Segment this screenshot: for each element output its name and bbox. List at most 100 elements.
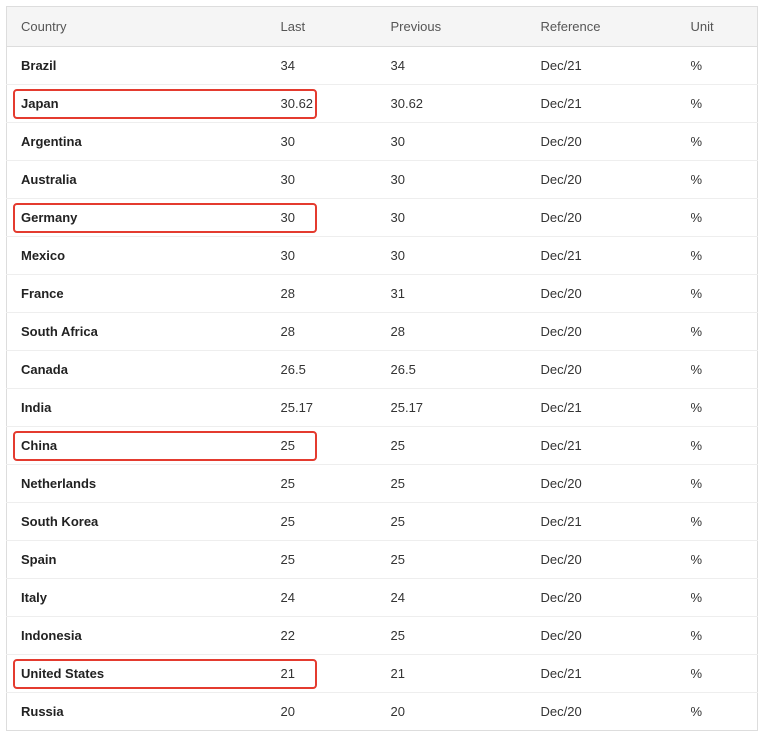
cell-unit: % — [677, 237, 758, 275]
cell-reference: Dec/20 — [527, 275, 677, 313]
table-row: Argentina3030Dec/20% — [7, 123, 758, 161]
table-row: Japan30.6230.62Dec/21% — [7, 85, 758, 123]
cell-previous: 25.17 — [377, 389, 527, 427]
cell-reference: Dec/20 — [527, 617, 677, 655]
country-link[interactable]: Australia — [21, 172, 77, 187]
cell-reference: Dec/20 — [527, 351, 677, 389]
header-reference[interactable]: Reference — [527, 7, 677, 47]
country-link[interactable]: Germany — [21, 210, 77, 225]
cell-reference: Dec/20 — [527, 541, 677, 579]
cell-unit: % — [677, 85, 758, 123]
cell-unit: % — [677, 123, 758, 161]
cell-previous: 28 — [377, 313, 527, 351]
country-link[interactable]: Italy — [21, 590, 47, 605]
cell-previous: 25 — [377, 465, 527, 503]
cell-unit: % — [677, 693, 758, 731]
cell-last: 30 — [267, 237, 377, 275]
table-row: South Africa2828Dec/20% — [7, 313, 758, 351]
table-row: Spain2525Dec/20% — [7, 541, 758, 579]
cell-reference: Dec/21 — [527, 237, 677, 275]
country-link[interactable]: India — [21, 400, 51, 415]
header-unit[interactable]: Unit — [677, 7, 758, 47]
cell-last: 28 — [267, 275, 377, 313]
cell-reference: Dec/20 — [527, 123, 677, 161]
country-link[interactable]: South Africa — [21, 324, 98, 339]
country-link[interactable]: China — [21, 438, 57, 453]
cell-last: 30 — [267, 199, 377, 237]
cell-unit: % — [677, 465, 758, 503]
cell-previous: 30.62 — [377, 85, 527, 123]
country-link[interactable]: Netherlands — [21, 476, 96, 491]
cell-last: 25 — [267, 503, 377, 541]
cell-last: 25 — [267, 465, 377, 503]
country-link[interactable]: Canada — [21, 362, 68, 377]
table-row: Netherlands2525Dec/20% — [7, 465, 758, 503]
cell-last: 30 — [267, 161, 377, 199]
cell-previous: 31 — [377, 275, 527, 313]
cell-previous: 30 — [377, 123, 527, 161]
cell-previous: 26.5 — [377, 351, 527, 389]
header-previous[interactable]: Previous — [377, 7, 527, 47]
cell-previous: 30 — [377, 199, 527, 237]
cell-previous: 24 — [377, 579, 527, 617]
cell-previous: 30 — [377, 161, 527, 199]
cell-reference: Dec/20 — [527, 579, 677, 617]
cell-previous: 21 — [377, 655, 527, 693]
cell-reference: Dec/21 — [527, 427, 677, 465]
cell-previous: 25 — [377, 541, 527, 579]
country-link[interactable]: Indonesia — [21, 628, 82, 643]
country-link[interactable]: Argentina — [21, 134, 82, 149]
table-row: Australia3030Dec/20% — [7, 161, 758, 199]
cell-last: 24 — [267, 579, 377, 617]
table-row: Canada26.526.5Dec/20% — [7, 351, 758, 389]
cell-last: 20 — [267, 693, 377, 731]
cell-previous: 25 — [377, 617, 527, 655]
cell-reference: Dec/20 — [527, 465, 677, 503]
country-data-table: Country Last Previous Reference Unit Bra… — [6, 6, 758, 731]
cell-unit: % — [677, 655, 758, 693]
table-row: Russia2020Dec/20% — [7, 693, 758, 731]
table-row: India25.1725.17Dec/21% — [7, 389, 758, 427]
cell-reference: Dec/21 — [527, 655, 677, 693]
cell-reference: Dec/21 — [527, 389, 677, 427]
country-link[interactable]: Brazil — [21, 58, 56, 73]
cell-last: 21 — [267, 655, 377, 693]
cell-reference: Dec/20 — [527, 693, 677, 731]
cell-last: 25 — [267, 541, 377, 579]
cell-previous: 25 — [377, 503, 527, 541]
cell-last: 22 — [267, 617, 377, 655]
table-row: South Korea2525Dec/21% — [7, 503, 758, 541]
header-country[interactable]: Country — [7, 7, 267, 47]
table-header-row: Country Last Previous Reference Unit — [7, 7, 758, 47]
country-link[interactable]: Russia — [21, 704, 64, 719]
country-link[interactable]: United States — [21, 666, 104, 681]
cell-reference: Dec/21 — [527, 503, 677, 541]
cell-previous: 20 — [377, 693, 527, 731]
cell-reference: Dec/21 — [527, 85, 677, 123]
cell-previous: 34 — [377, 47, 527, 85]
table-row: France 2831Dec/20% — [7, 275, 758, 313]
table-row: Italy2424Dec/20% — [7, 579, 758, 617]
cell-reference: Dec/20 — [527, 161, 677, 199]
cell-last: 25 — [267, 427, 377, 465]
cell-reference: Dec/20 — [527, 313, 677, 351]
country-link[interactable]: South Korea — [21, 514, 98, 529]
cell-unit: % — [677, 275, 758, 313]
cell-last: 25.17 — [267, 389, 377, 427]
country-link[interactable]: Mexico — [21, 248, 65, 263]
cell-unit: % — [677, 541, 758, 579]
cell-unit: % — [677, 351, 758, 389]
header-last[interactable]: Last — [267, 7, 377, 47]
cell-last: 26.5 — [267, 351, 377, 389]
cell-unit: % — [677, 313, 758, 351]
country-link[interactable]: Spain — [21, 552, 56, 567]
cell-reference: Dec/21 — [527, 47, 677, 85]
country-link[interactable]: France — [21, 286, 64, 301]
cell-last: 34 — [267, 47, 377, 85]
cell-unit: % — [677, 617, 758, 655]
country-link[interactable]: Japan — [21, 96, 59, 111]
cell-previous: 30 — [377, 237, 527, 275]
cell-unit: % — [677, 199, 758, 237]
table-row: China2525Dec/21% — [7, 427, 758, 465]
table-row: Indonesia 2225Dec/20% — [7, 617, 758, 655]
